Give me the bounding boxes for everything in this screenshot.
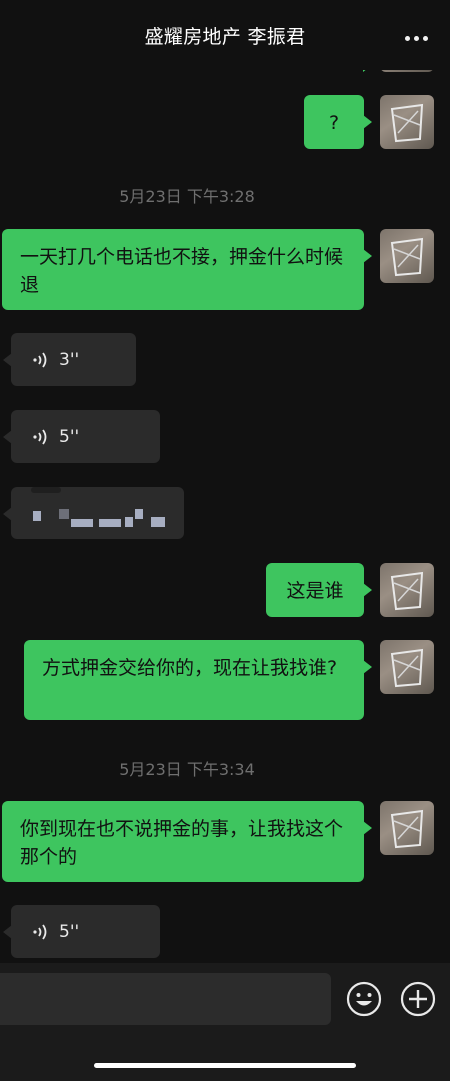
home-indicator [94, 1063, 356, 1068]
plus-circle-icon[interactable] [400, 981, 436, 1017]
message-bubble-outgoing[interactable]: 方式押金交给你的，现在让我找谁? [24, 640, 372, 720]
avatar[interactable] [380, 95, 434, 149]
redacted-message-incoming[interactable] [3, 487, 184, 539]
voice-duration: 5'' [59, 921, 80, 942]
voice-duration: 3'' [59, 349, 80, 370]
chat-header: 盛耀房地产 李振君 [0, 0, 450, 70]
message-text: 一天打几个电话也不接，押金什么时候退 [20, 246, 344, 296]
timestamp: 5月23日 下午3:28 [119, 187, 255, 206]
emoji-icon[interactable] [346, 981, 382, 1017]
avatar[interactable] [380, 801, 434, 855]
message-bubble-outgoing[interactable]: ? [304, 95, 372, 149]
voice-message-incoming[interactable]: 3'' [3, 333, 136, 386]
chat-title: 盛耀房地产 李振君 [144, 26, 306, 48]
voice-wave-icon [33, 351, 47, 368]
voice-message-incoming[interactable]: 5'' [3, 410, 160, 463]
voice-duration: 5'' [59, 426, 80, 447]
avatar[interactable] [380, 229, 434, 283]
avatar[interactable] [380, 563, 434, 617]
voice-message-incoming[interactable]: 5'' [3, 905, 160, 958]
message-text: 这是谁 [286, 580, 344, 602]
ellipsis-icon[interactable] [405, 36, 428, 41]
message-text: 你到现在也不说押金的事，让我找这个那个的 [20, 818, 344, 868]
message-bubble-outgoing[interactable]: 你到现在也不说押金的事，让我找这个那个的 [2, 801, 372, 882]
voice-wave-icon [33, 428, 47, 445]
avatar[interactable] [380, 640, 434, 694]
timestamp: 5月23日 下午3:34 [119, 760, 255, 779]
voice-wave-icon [33, 923, 47, 940]
message-text: ? [328, 112, 340, 134]
message-bubble-outgoing[interactable]: 这是谁 [266, 563, 372, 617]
message-bubble-outgoing[interactable]: 一天打几个电话也不接，押金什么时候退 [2, 229, 372, 310]
message-text: 方式押金交给你的，现在让我找谁? [42, 657, 338, 679]
message-input[interactable] [0, 973, 331, 1025]
